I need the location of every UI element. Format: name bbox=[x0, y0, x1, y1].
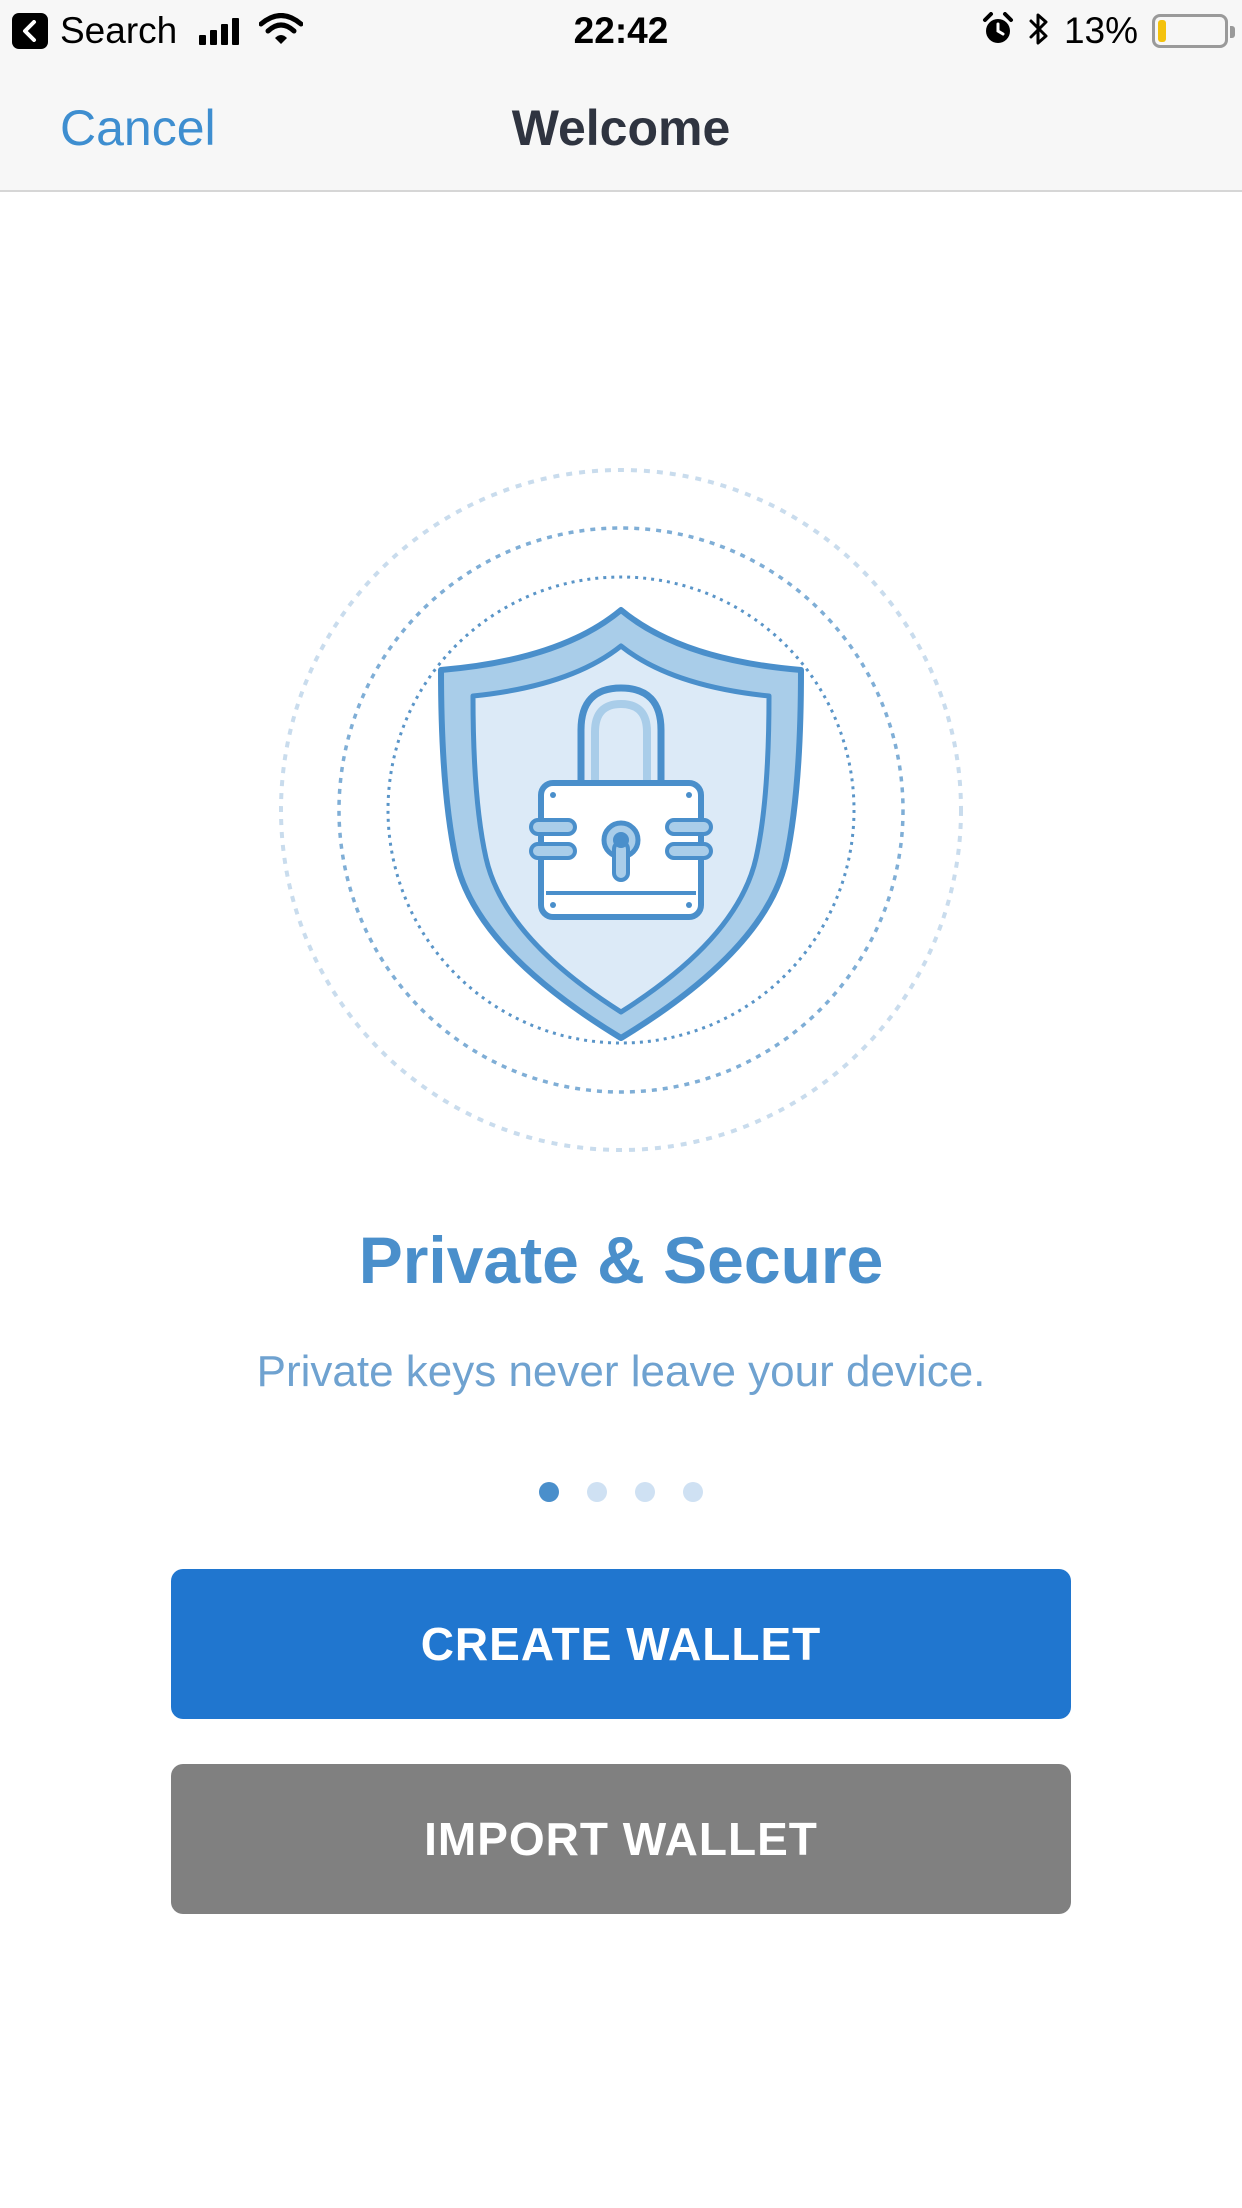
status-bar: Search 22:42 13% bbox=[0, 0, 1242, 62]
import-wallet-button[interactable]: IMPORT WALLET bbox=[171, 1764, 1071, 1914]
page-dot[interactable] bbox=[587, 1482, 607, 1502]
battery-cap bbox=[1230, 26, 1235, 38]
onboarding-headline: Private & Secure bbox=[358, 1223, 884, 1297]
battery-icon bbox=[1152, 14, 1235, 48]
battery-percent: 13% bbox=[1063, 10, 1138, 51]
onboarding-subline: Private keys never leave your device. bbox=[256, 1347, 986, 1396]
page-title: Welcome bbox=[511, 100, 731, 156]
create-wallet-button[interactable]: CREATE WALLET bbox=[171, 1569, 1071, 1719]
page-dot[interactable] bbox=[683, 1482, 703, 1502]
alarm-icon bbox=[982, 11, 1014, 51]
status-bar-right: 13% bbox=[982, 10, 1235, 52]
page-indicator[interactable] bbox=[0, 1482, 1242, 1502]
battery-level bbox=[1158, 20, 1167, 42]
nav-bar: Cancel Welcome bbox=[0, 62, 1242, 192]
bluetooth-icon bbox=[1028, 12, 1050, 51]
page-dot[interactable] bbox=[539, 1482, 559, 1502]
page-dot[interactable] bbox=[635, 1482, 655, 1502]
shield-lock-icon bbox=[271, 460, 971, 1160]
